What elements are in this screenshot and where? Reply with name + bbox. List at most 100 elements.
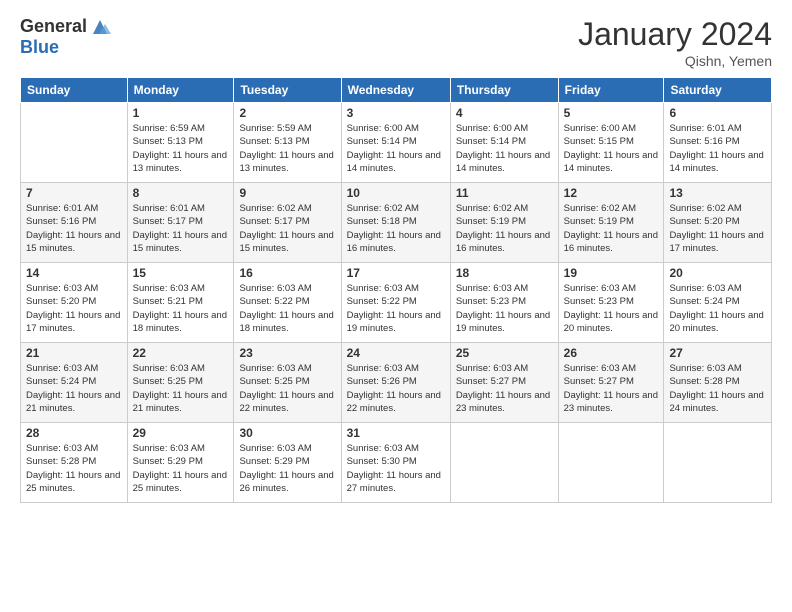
day-info: Sunrise: 6:00 AMSunset: 5:14 PMDaylight:… xyxy=(456,122,553,175)
page: General Blue January 2024 Qishn, Yemen S… xyxy=(0,0,792,612)
day-number: 26 xyxy=(564,346,659,360)
calendar-cell: 20 Sunrise: 6:03 AMSunset: 5:24 PMDayligh… xyxy=(664,263,772,343)
day-info: Sunrise: 6:03 AMSunset: 5:22 PMDaylight:… xyxy=(239,282,335,335)
day-number: 9 xyxy=(239,186,335,200)
day-info: Sunrise: 6:03 AMSunset: 5:24 PMDaylight:… xyxy=(26,362,122,415)
calendar-week-row: 1Sunrise: 6:59 AMSunset: 5:13 PMDaylight… xyxy=(21,103,772,183)
calendar-week-row: 7Sunrise: 6:01 AMSunset: 5:16 PMDaylight… xyxy=(21,183,772,263)
calendar-cell: 27 Sunrise: 6:03 AMSunset: 5:28 PMDayligh… xyxy=(664,343,772,423)
calendar-cell: 26 Sunrise: 6:03 AMSunset: 5:27 PMDayligh… xyxy=(558,343,664,423)
day-info: Sunrise: 6:01 AMSunset: 5:17 PMDaylight:… xyxy=(133,202,229,255)
calendar-cell: 12Sunrise: 6:02 AMSunset: 5:19 PMDayligh… xyxy=(558,183,664,263)
column-header-wednesday: Wednesday xyxy=(341,78,450,103)
day-number: 31 xyxy=(347,426,445,440)
day-number: 20 xyxy=(669,266,766,280)
calendar-cell: 9 Sunrise: 6:02 AMSunset: 5:17 PMDaylight… xyxy=(234,183,341,263)
day-number: 10 xyxy=(347,186,445,200)
calendar-cell: 23Sunrise: 6:03 AMSunset: 5:25 PMDayligh… xyxy=(234,343,341,423)
day-info: Sunrise: 6:00 AMSunset: 5:15 PMDaylight:… xyxy=(564,122,659,175)
day-info: Sunrise: 6:03 AMSunset: 5:28 PMDaylight:… xyxy=(26,442,122,495)
calendar-cell: 5 Sunrise: 6:00 AMSunset: 5:15 PMDaylight… xyxy=(558,103,664,183)
calendar-cell: 4 Sunrise: 6:00 AMSunset: 5:14 PMDaylight… xyxy=(450,103,558,183)
calendar-week-row: 28 Sunrise: 6:03 AMSunset: 5:28 PMDayligh… xyxy=(21,423,772,503)
calendar-week-row: 21 Sunrise: 6:03 AMSunset: 5:24 PMDayligh… xyxy=(21,343,772,423)
day-number: 27 xyxy=(669,346,766,360)
day-number: 15 xyxy=(133,266,229,280)
day-info: Sunrise: 6:02 AMSunset: 5:18 PMDaylight:… xyxy=(347,202,445,255)
location: Qishn, Yemen xyxy=(578,53,772,69)
day-number: 11 xyxy=(456,186,553,200)
day-info: Sunrise: 5:59 AMSunset: 5:13 PMDaylight:… xyxy=(239,122,335,175)
column-header-sunday: Sunday xyxy=(21,78,128,103)
calendar-cell: 30Sunrise: 6:03 AMSunset: 5:29 PMDayligh… xyxy=(234,423,341,503)
calendar-cell: 21 Sunrise: 6:03 AMSunset: 5:24 PMDayligh… xyxy=(21,343,128,423)
calendar-cell: 1Sunrise: 6:59 AMSunset: 5:13 PMDaylight… xyxy=(127,103,234,183)
day-number: 14 xyxy=(26,266,122,280)
calendar-cell xyxy=(450,423,558,503)
calendar-cell: 10 Sunrise: 6:02 AMSunset: 5:18 PMDayligh… xyxy=(341,183,450,263)
day-info: Sunrise: 6:03 AMSunset: 5:29 PMDaylight:… xyxy=(133,442,229,495)
calendar-header-row: SundayMondayTuesdayWednesdayThursdayFrid… xyxy=(21,78,772,103)
day-info: Sunrise: 6:03 AMSunset: 5:21 PMDaylight:… xyxy=(133,282,229,335)
month-title: January 2024 xyxy=(578,16,772,53)
logo-general-text: General xyxy=(20,17,87,37)
calendar-cell: 28 Sunrise: 6:03 AMSunset: 5:28 PMDayligh… xyxy=(21,423,128,503)
calendar-cell xyxy=(21,103,128,183)
calendar-cell: 16 Sunrise: 6:03 AMSunset: 5:22 PMDayligh… xyxy=(234,263,341,343)
calendar-cell: 11 Sunrise: 6:02 AMSunset: 5:19 PMDayligh… xyxy=(450,183,558,263)
day-info: Sunrise: 6:03 AMSunset: 5:30 PMDaylight:… xyxy=(347,442,445,495)
day-info: Sunrise: 6:03 AMSunset: 5:26 PMDaylight:… xyxy=(347,362,445,415)
day-info: Sunrise: 6:02 AMSunset: 5:19 PMDaylight:… xyxy=(564,202,659,255)
day-number: 25 xyxy=(456,346,553,360)
logo-blue-text: Blue xyxy=(20,38,111,58)
day-info: Sunrise: 6:03 AMSunset: 5:23 PMDaylight:… xyxy=(564,282,659,335)
day-info: Sunrise: 6:01 AMSunset: 5:16 PMDaylight:… xyxy=(669,122,766,175)
calendar-cell: 3Sunrise: 6:00 AMSunset: 5:14 PMDaylight… xyxy=(341,103,450,183)
day-number: 8 xyxy=(133,186,229,200)
day-info: Sunrise: 6:00 AMSunset: 5:14 PMDaylight:… xyxy=(347,122,445,175)
day-info: Sunrise: 6:03 AMSunset: 5:25 PMDaylight:… xyxy=(133,362,229,415)
logo: General Blue xyxy=(20,16,111,58)
day-info: Sunrise: 6:02 AMSunset: 5:20 PMDaylight:… xyxy=(669,202,766,255)
calendar-cell: 22 Sunrise: 6:03 AMSunset: 5:25 PMDayligh… xyxy=(127,343,234,423)
logo-icon xyxy=(89,16,111,38)
calendar-cell: 18Sunrise: 6:03 AMSunset: 5:23 PMDayligh… xyxy=(450,263,558,343)
day-number: 4 xyxy=(456,106,553,120)
calendar-cell xyxy=(664,423,772,503)
day-info: Sunrise: 6:03 AMSunset: 5:29 PMDaylight:… xyxy=(239,442,335,495)
day-number: 18 xyxy=(456,266,553,280)
day-number: 16 xyxy=(239,266,335,280)
day-number: 29 xyxy=(133,426,229,440)
day-number: 24 xyxy=(347,346,445,360)
day-info: Sunrise: 6:03 AMSunset: 5:24 PMDaylight:… xyxy=(669,282,766,335)
day-info: Sunrise: 6:03 AMSunset: 5:28 PMDaylight:… xyxy=(669,362,766,415)
calendar-week-row: 14 Sunrise: 6:03 AMSunset: 5:20 PMDayligh… xyxy=(21,263,772,343)
calendar-cell: 8 Sunrise: 6:01 AMSunset: 5:17 PMDaylight… xyxy=(127,183,234,263)
day-info: Sunrise: 6:02 AMSunset: 5:19 PMDaylight:… xyxy=(456,202,553,255)
day-number: 22 xyxy=(133,346,229,360)
calendar-cell: 19 Sunrise: 6:03 AMSunset: 5:23 PMDayligh… xyxy=(558,263,664,343)
day-info: Sunrise: 6:59 AMSunset: 5:13 PMDaylight:… xyxy=(133,122,229,175)
day-number: 5 xyxy=(564,106,659,120)
day-number: 19 xyxy=(564,266,659,280)
title-block: January 2024 Qishn, Yemen xyxy=(578,16,772,69)
calendar-cell: 24 Sunrise: 6:03 AMSunset: 5:26 PMDayligh… xyxy=(341,343,450,423)
column-header-friday: Friday xyxy=(558,78,664,103)
day-info: Sunrise: 6:03 AMSunset: 5:20 PMDaylight:… xyxy=(26,282,122,335)
day-number: 28 xyxy=(26,426,122,440)
day-number: 21 xyxy=(26,346,122,360)
day-info: Sunrise: 6:02 AMSunset: 5:17 PMDaylight:… xyxy=(239,202,335,255)
day-number: 23 xyxy=(239,346,335,360)
calendar-cell: 15 Sunrise: 6:03 AMSunset: 5:21 PMDayligh… xyxy=(127,263,234,343)
day-info: Sunrise: 6:03 AMSunset: 5:27 PMDaylight:… xyxy=(456,362,553,415)
column-header-saturday: Saturday xyxy=(664,78,772,103)
calendar-table: SundayMondayTuesdayWednesdayThursdayFrid… xyxy=(20,77,772,503)
calendar-cell: 13Sunrise: 6:02 AMSunset: 5:20 PMDayligh… xyxy=(664,183,772,263)
day-number: 7 xyxy=(26,186,122,200)
calendar-cell xyxy=(558,423,664,503)
column-header-monday: Monday xyxy=(127,78,234,103)
day-info: Sunrise: 6:03 AMSunset: 5:22 PMDaylight:… xyxy=(347,282,445,335)
day-info: Sunrise: 6:03 AMSunset: 5:27 PMDaylight:… xyxy=(564,362,659,415)
header: General Blue January 2024 Qishn, Yemen xyxy=(20,16,772,69)
calendar-cell: 29 Sunrise: 6:03 AMSunset: 5:29 PMDayligh… xyxy=(127,423,234,503)
